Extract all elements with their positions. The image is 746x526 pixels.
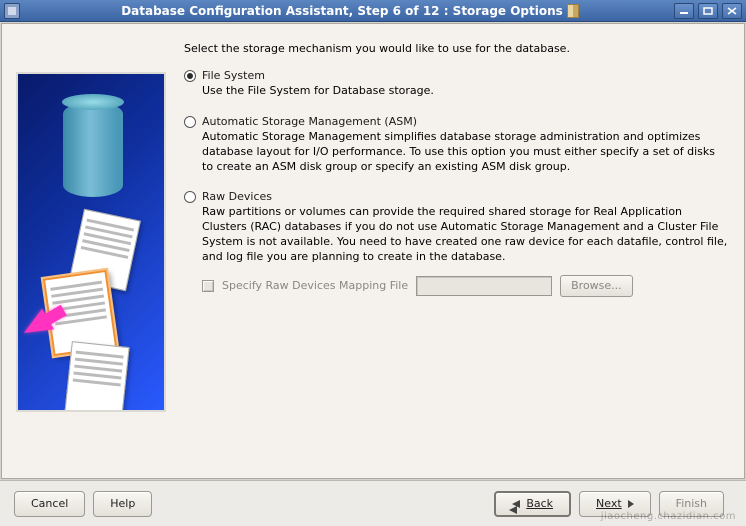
wizard-footer: Cancel Help Back Next Finish	[0, 480, 746, 526]
app-icon	[4, 3, 20, 19]
option-asm: Automatic Storage Management (ASM) Autom…	[184, 115, 728, 175]
radio-raw-devices[interactable]	[184, 191, 196, 203]
title-decoration-icon	[567, 4, 579, 18]
chevron-left-icon	[512, 500, 520, 508]
back-button[interactable]: Back	[494, 491, 571, 517]
back-label: Back	[526, 497, 553, 510]
option-raw-devices: Raw Devices Raw partitions or volumes ca…	[184, 190, 728, 296]
radio-asm[interactable]	[184, 116, 196, 128]
finish-button: Finish	[659, 491, 724, 517]
input-mapping-file-path	[416, 276, 552, 296]
option-raw-title[interactable]: Raw Devices	[202, 190, 272, 203]
option-file-system: File System Use the File System for Data…	[184, 69, 728, 99]
checkbox-specify-mapping-file[interactable]	[202, 280, 214, 292]
wizard-content: Select the storage mechanism you would l…	[1, 23, 745, 479]
option-file-system-desc: Use the File System for Database storage…	[202, 84, 728, 99]
option-asm-desc: Automatic Storage Management simplifies …	[202, 130, 728, 175]
browse-button: Browse...	[560, 275, 633, 297]
close-button[interactable]	[722, 3, 742, 19]
option-file-system-title[interactable]: File System	[202, 69, 265, 82]
chevron-right-icon	[628, 500, 634, 508]
minimize-button[interactable]	[674, 3, 694, 19]
next-button[interactable]: Next	[579, 491, 651, 517]
instruction-text: Select the storage mechanism you would l…	[184, 42, 728, 55]
wizard-illustration	[16, 72, 166, 468]
help-button[interactable]: Help	[93, 491, 152, 517]
option-asm-title[interactable]: Automatic Storage Management (ASM)	[202, 115, 417, 128]
window-titlebar: Database Configuration Assistant, Step 6…	[0, 0, 746, 22]
next-label: Next	[596, 497, 622, 510]
window-title: Database Configuration Assistant, Step 6…	[121, 4, 563, 18]
label-specify-mapping-file: Specify Raw Devices Mapping File	[222, 279, 408, 292]
maximize-button[interactable]	[698, 3, 718, 19]
cancel-button[interactable]: Cancel	[14, 491, 85, 517]
radio-file-system[interactable]	[184, 70, 196, 82]
option-raw-desc: Raw partitions or volumes can provide th…	[202, 205, 728, 264]
options-panel: Select the storage mechanism you would l…	[184, 34, 728, 468]
